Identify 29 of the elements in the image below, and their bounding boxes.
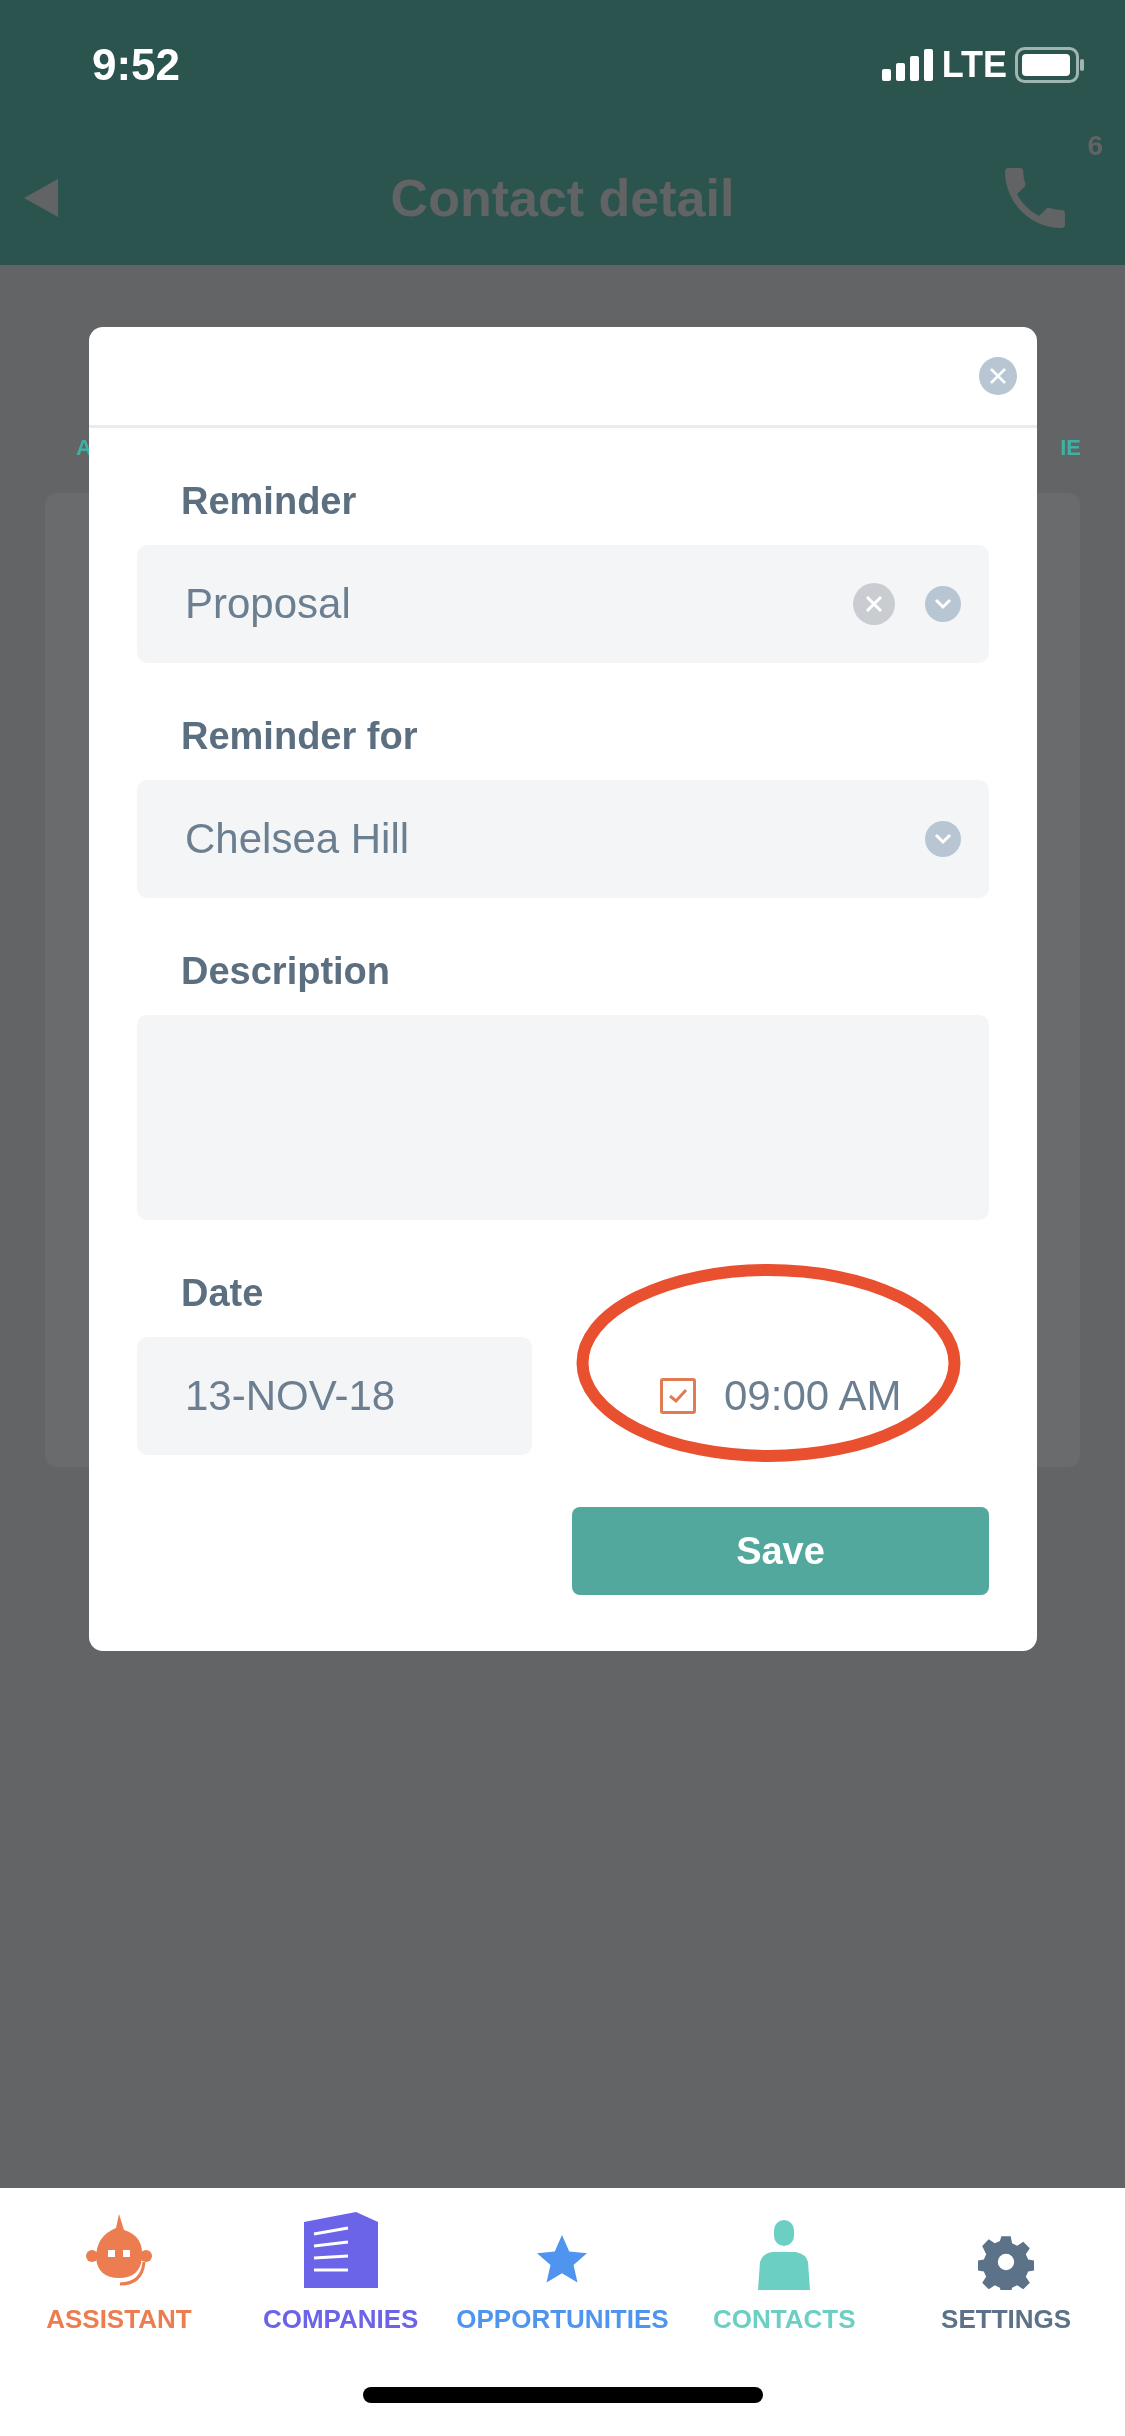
clear-icon[interactable] <box>853 583 895 625</box>
select-field[interactable]: Chelsea Hill <box>137 780 989 898</box>
settings-icon <box>978 2234 1035 2290</box>
checkmark-icon <box>667 1387 689 1405</box>
field-label: Date <box>181 1272 265 1315</box>
date-field[interactable]: 13-NOV-18 <box>137 1337 532 1455</box>
building-icon <box>301 2210 380 2290</box>
person-icon <box>756 2218 813 2290</box>
tab-bar-item[interactable]: COMPANIES <box>262 2304 419 2335</box>
time-value[interactable]: 09:00 AM <box>724 1372 902 1420</box>
save-button[interactable]: Save <box>572 1507 989 1595</box>
close-icon <box>989 367 1007 385</box>
signal-icon <box>881 49 934 81</box>
back-icon[interactable] <box>24 178 58 217</box>
select-field[interactable]: Proposal <box>137 545 989 663</box>
tab-label: IE <box>1060 435 1081 461</box>
chevron-down-icon[interactable] <box>925 821 961 857</box>
close-button[interactable] <box>979 357 1017 395</box>
tab-bar-item[interactable]: ASSISTANT <box>46 2304 192 2335</box>
field-label: Reminder <box>181 480 358 523</box>
tab-bar-item[interactable]: SETTINGS <box>941 2304 1072 2335</box>
battery-icon <box>1015 47 1085 83</box>
network-type: LTE <box>941 44 1007 86</box>
checkbox[interactable] <box>660 1378 696 1414</box>
status-time: 9:52 <box>92 40 181 90</box>
tab-bar-item[interactable]: OPPORTUNITIES <box>456 2304 669 2335</box>
field-label: Description <box>181 950 392 993</box>
field-label: Reminder for <box>181 715 419 758</box>
chevron-down-icon[interactable] <box>925 586 961 622</box>
